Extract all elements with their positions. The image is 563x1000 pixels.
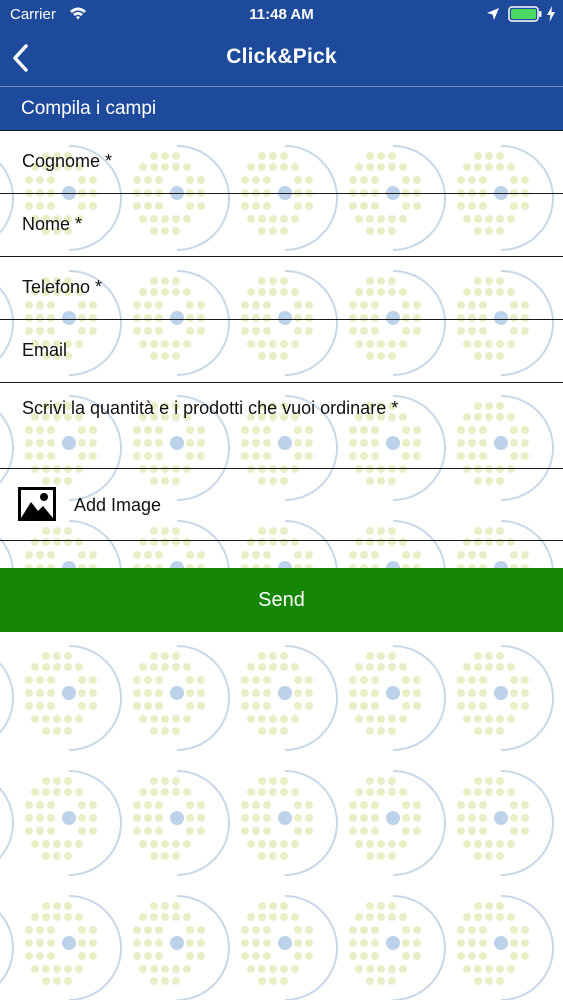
phone-field[interactable]: Telefono * [0,256,563,319]
order-form: Cognome * Nome * Telefono * Email Scrivi… [0,130,563,568]
section-title: Compila i campi [21,98,157,119]
form-spacer [0,540,563,568]
status-time: 11:48 AM [249,6,314,23]
name-field[interactable]: Nome * [0,193,563,256]
app-header: Carrier 11:48 AM Click&Pick Compila i ca… [0,0,563,130]
email-label: Email [22,340,68,360]
email-field[interactable]: Email [0,319,563,382]
battery-full-icon [508,6,542,22]
name-label: Nome * [22,214,83,234]
page-title: Click&Pick [226,45,337,68]
send-button[interactable]: Send [0,568,563,632]
add-image-row[interactable]: Add Image [0,468,563,540]
send-label: Send [258,589,305,611]
add-image-label: Add Image [74,495,162,515]
navigation-bar: Click&Pick [0,30,563,87]
location-arrow-icon [487,8,499,20]
bolt-icon [547,6,555,22]
status-bar: Carrier 11:48 AM [0,0,563,30]
surname-label: Cognome * [22,151,113,171]
order-notes-label: Scrivi la quantità e i prodotti che vuoi… [22,398,399,418]
surname-field[interactable]: Cognome * [0,130,563,193]
phone-label: Telefono * [22,277,103,297]
section-header: Compila i campi [0,87,563,130]
image-icon [18,487,56,521]
order-notes-field[interactable]: Scrivi la quantità e i prodotti che vuoi… [0,382,563,468]
